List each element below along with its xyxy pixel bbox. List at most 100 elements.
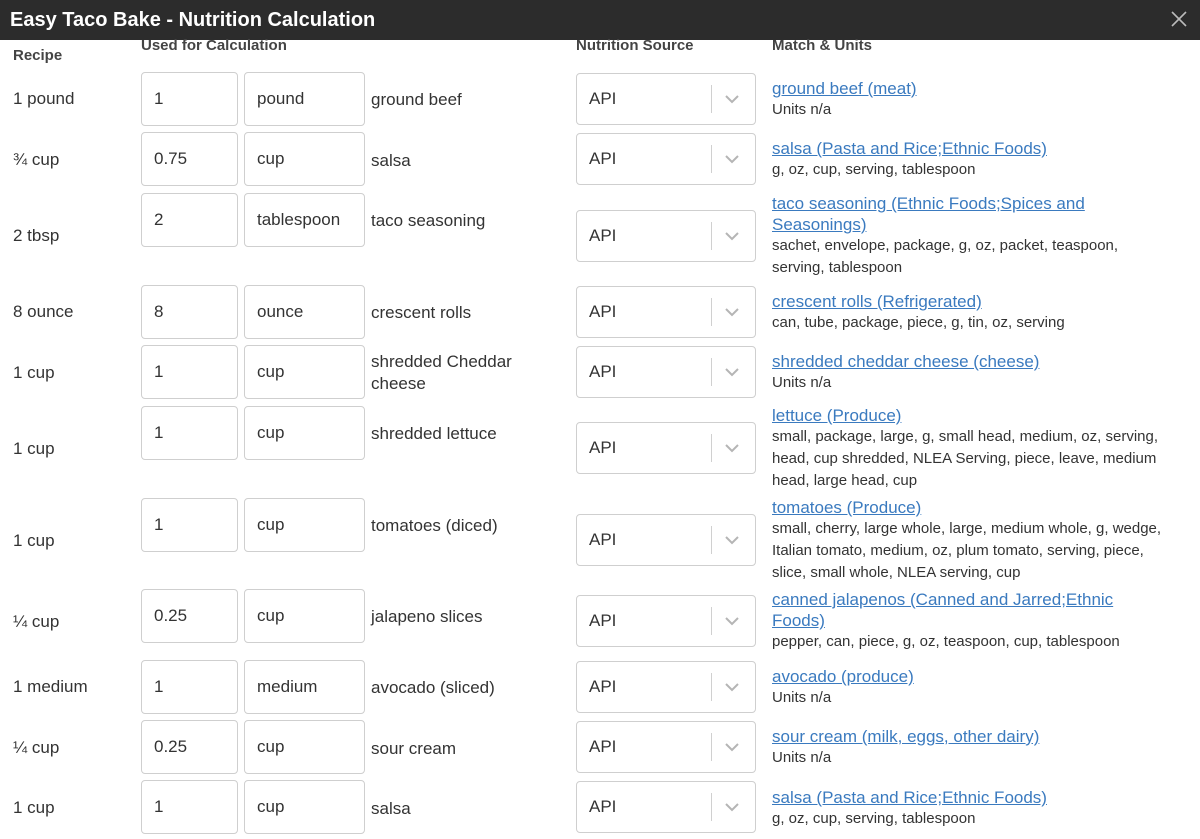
unit-input[interactable]: [244, 720, 365, 774]
unit-input[interactable]: [244, 406, 365, 460]
unit-input[interactable]: [244, 589, 365, 643]
nutrition-source-value: API: [589, 226, 617, 245]
match-link[interactable]: crescent rolls (Refrigerated): [772, 291, 1187, 312]
nutrition-source-select[interactable]: API: [576, 286, 756, 338]
select-divider: [711, 673, 712, 701]
nutrition-source-select[interactable]: API: [576, 346, 756, 398]
chevron-down-icon: [725, 95, 739, 104]
nutrition-source-value: API: [589, 797, 617, 816]
match-cell: lettuce (Produce) small, package, large,…: [772, 405, 1172, 492]
select-divider: [711, 222, 712, 250]
nutrition-source-select[interactable]: API: [576, 73, 756, 125]
chevron-down-icon: [725, 536, 739, 545]
match-cell: tomatoes (Produce) small, cherry, large …: [772, 497, 1182, 584]
ingredient-name: sour cream: [371, 739, 457, 758]
unit-input[interactable]: [244, 780, 365, 834]
unit-input[interactable]: [244, 660, 365, 714]
ingredient-name: salsa: [371, 151, 411, 170]
chevron-down-icon: [725, 444, 739, 453]
amount-input[interactable]: [141, 406, 238, 460]
close-button[interactable]: [1166, 6, 1192, 32]
recipe-amount: 8 ounce: [13, 302, 74, 321]
units-text: Units n/a: [772, 749, 832, 766]
units-text: g, oz, cup, serving, tablespoon: [772, 161, 976, 178]
match-cell: avocado (produce) Units n/a: [772, 666, 1187, 709]
match-link[interactable]: salsa (Pasta and Rice;Ethnic Foods): [772, 787, 1187, 808]
match-link[interactable]: canned jalapenos (Canned and Jarred;Ethn…: [772, 589, 1132, 631]
nutrition-source-value: API: [589, 530, 617, 549]
nutrition-source-value: API: [589, 302, 617, 321]
units-text: g, oz, cup, serving, tablespoon: [772, 810, 976, 827]
units-text: Units n/a: [772, 689, 832, 706]
ingredient-name: avocado (sliced): [371, 678, 495, 697]
amount-input[interactable]: [141, 193, 238, 247]
recipe-amount: 2 tbsp: [13, 226, 60, 245]
match-link[interactable]: tomatoes (Produce): [772, 497, 1182, 518]
nutrition-source-select[interactable]: API: [576, 514, 756, 566]
ingredient-name: jalapeno slices: [371, 607, 483, 626]
amount-input[interactable]: [141, 72, 238, 126]
chevron-down-icon: [725, 803, 739, 812]
chevron-down-icon: [725, 683, 739, 692]
nutrition-source-select[interactable]: API: [576, 661, 756, 713]
amount-input[interactable]: [141, 589, 238, 643]
select-divider: [711, 85, 712, 113]
match-link[interactable]: sour cream (milk, eggs, other dairy): [772, 726, 1187, 747]
units-text: Units n/a: [772, 101, 832, 118]
amount-input[interactable]: [141, 660, 238, 714]
amount-input[interactable]: [141, 780, 238, 834]
amount-input[interactable]: [141, 498, 238, 552]
amount-input[interactable]: [141, 285, 238, 339]
select-divider: [711, 145, 712, 173]
recipe-amount: 1 medium: [13, 677, 88, 696]
chevron-down-icon: [725, 155, 739, 164]
nutrition-source-value: API: [589, 737, 617, 756]
header-recipe: Recipe: [13, 47, 63, 64]
recipe-amount: 1 cup: [13, 439, 55, 458]
unit-input[interactable]: [244, 285, 365, 339]
nutrition-source-value: API: [589, 438, 617, 457]
header-nutrition-source: Nutrition Source: [576, 37, 694, 54]
match-cell: salsa (Pasta and Rice;Ethnic Foods) g, o…: [772, 787, 1187, 830]
match-cell: ground beef (meat) Units n/a: [772, 78, 1187, 121]
chevron-down-icon: [725, 232, 739, 241]
chevron-down-icon: [725, 743, 739, 752]
nutrition-source-select[interactable]: API: [576, 133, 756, 185]
nutrition-source-select[interactable]: API: [576, 422, 756, 474]
unit-input[interactable]: [244, 72, 365, 126]
header-match-units: Match & Units: [772, 37, 873, 54]
nutrition-source-select[interactable]: API: [576, 721, 756, 773]
recipe-amount: ¾ cup: [13, 150, 60, 169]
unit-input[interactable]: [244, 132, 365, 186]
units-text: Units n/a: [772, 374, 832, 391]
select-divider: [711, 526, 712, 554]
match-link[interactable]: taco seasoning (Ethnic Foods;Spices and …: [772, 193, 1112, 235]
amount-input[interactable]: [141, 345, 238, 399]
match-link[interactable]: salsa (Pasta and Rice;Ethnic Foods): [772, 138, 1187, 159]
amount-input[interactable]: [141, 720, 238, 774]
chevron-down-icon: [725, 308, 739, 317]
match-link[interactable]: lettuce (Produce): [772, 405, 1172, 426]
chevron-down-icon: [725, 617, 739, 626]
recipe-amount: 1 pound: [13, 89, 75, 108]
nutrition-source-select[interactable]: API: [576, 781, 756, 833]
nutrition-source-select[interactable]: API: [576, 210, 756, 262]
match-link[interactable]: shredded cheddar cheese (cheese): [772, 351, 1187, 372]
nutrition-source-select[interactable]: API: [576, 595, 756, 647]
match-link[interactable]: avocado (produce): [772, 666, 1187, 687]
match-link[interactable]: ground beef (meat): [772, 78, 1187, 99]
select-divider: [711, 733, 712, 761]
unit-input[interactable]: [244, 193, 365, 247]
units-text: sachet, envelope, package, g, oz, packet…: [772, 237, 1119, 276]
header-used-for-calculation: Used for Calculation: [141, 37, 287, 54]
amount-input[interactable]: [141, 132, 238, 186]
match-cell: shredded cheddar cheese (cheese) Units n…: [772, 351, 1187, 394]
unit-input[interactable]: [244, 498, 365, 552]
match-cell: sour cream (milk, eggs, other dairy) Uni…: [772, 726, 1187, 769]
select-divider: [711, 298, 712, 326]
unit-input[interactable]: [244, 345, 365, 399]
ingredient-name: shredded lettuce: [371, 424, 497, 443]
ingredient-name: salsa: [371, 799, 411, 818]
nutrition-source-value: API: [589, 611, 617, 630]
nutrition-source-value: API: [589, 149, 617, 168]
